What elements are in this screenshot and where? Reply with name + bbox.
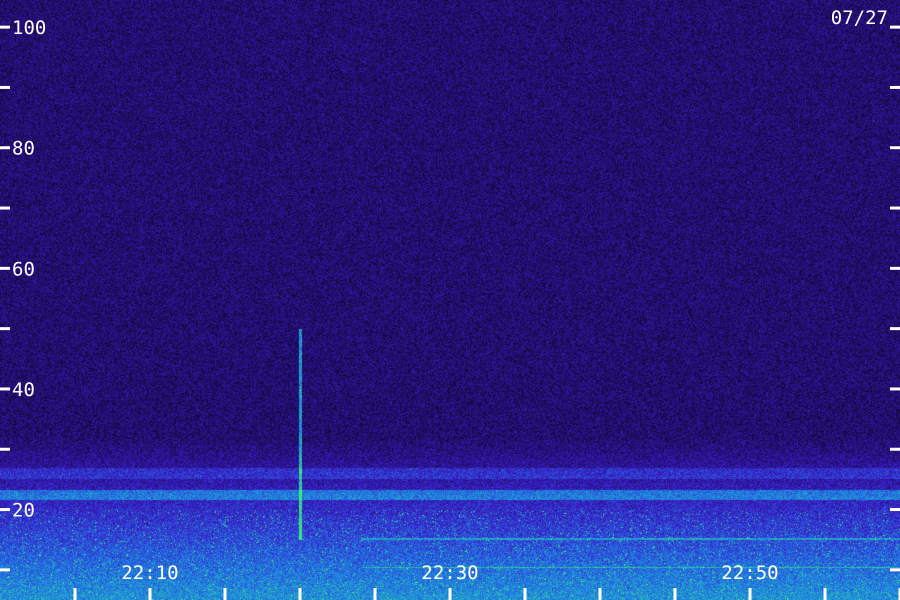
y-tick-label: 100 bbox=[12, 17, 46, 39]
y-tick-label: 80 bbox=[12, 138, 35, 160]
y-tick-label: 60 bbox=[12, 258, 35, 280]
chart-overlay: 100 80 60 40 20 22:10 22:30 22:50 07/27 bbox=[0, 7, 900, 600]
x-tick-label: 22:10 bbox=[121, 562, 178, 584]
spectrogram-chart: 100 80 60 40 20 22:10 22:30 22:50 07/27 bbox=[0, 0, 900, 600]
date-label: 07/27 bbox=[831, 7, 888, 29]
x-tick-label: 22:30 bbox=[421, 562, 478, 584]
y-axis: 100 80 60 40 20 bbox=[0, 17, 900, 572]
y-tick-label: 40 bbox=[12, 379, 35, 401]
y-tick-label: 20 bbox=[12, 500, 35, 522]
x-tick-label: 22:50 bbox=[721, 562, 778, 584]
x-axis: 22:10 22:30 22:50 bbox=[73, 562, 900, 600]
